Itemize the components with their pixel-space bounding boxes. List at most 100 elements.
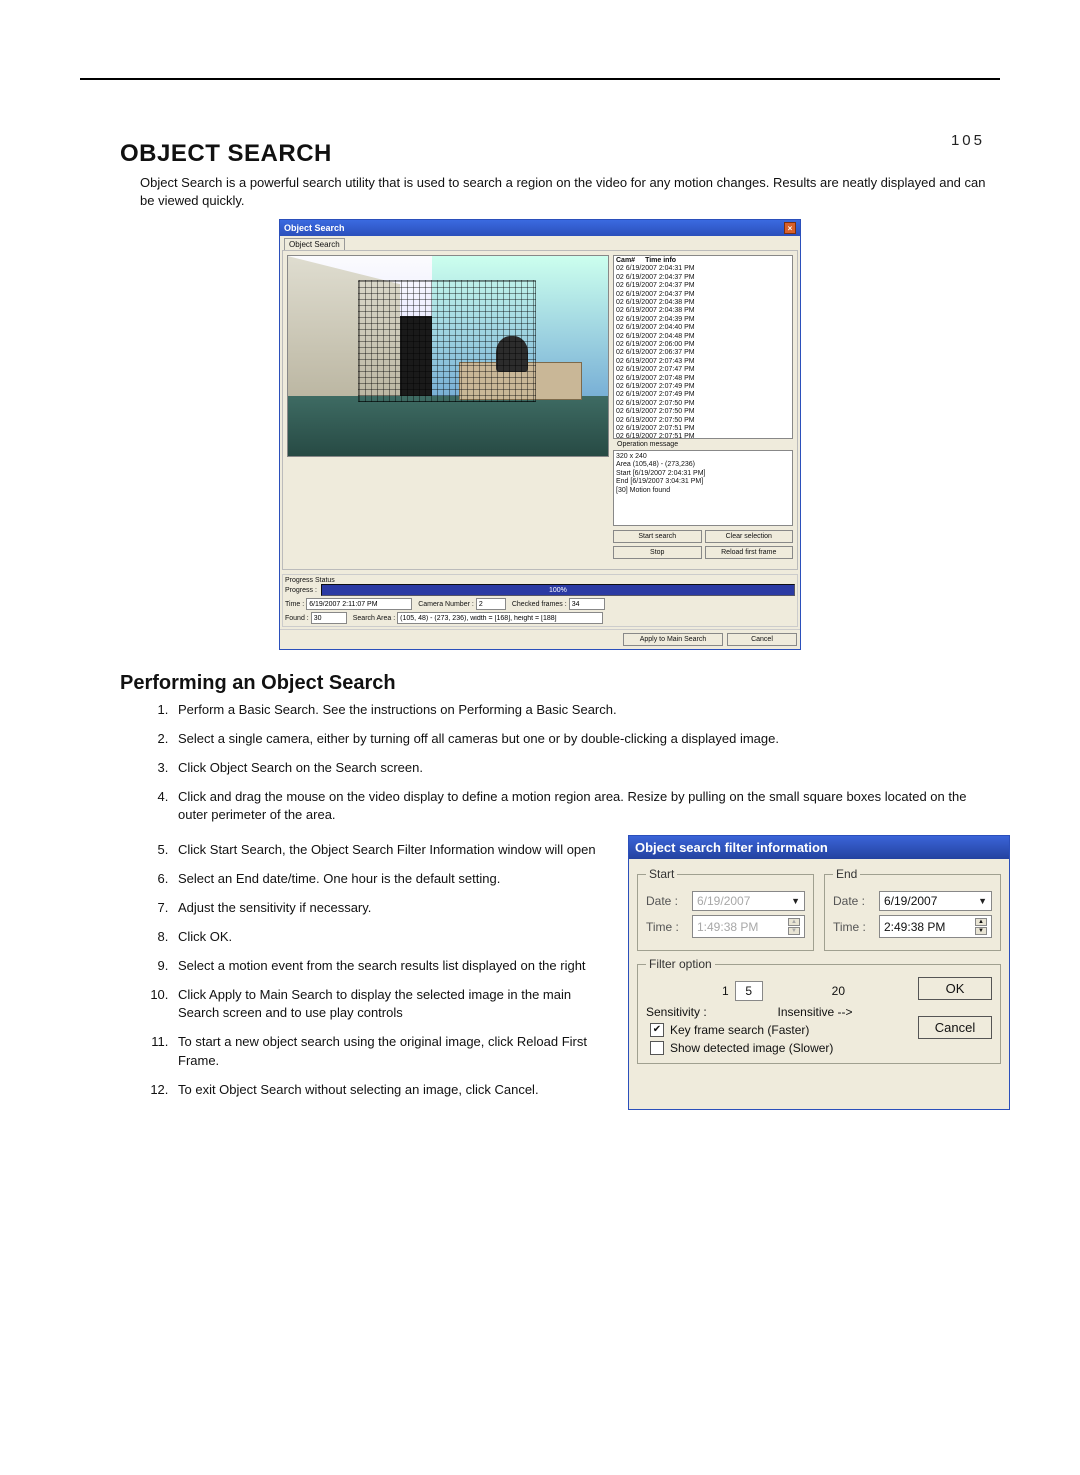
op-line: End [6/19/2007 3:04:31 PM] (616, 478, 790, 486)
filter-titlebar: Object search filter information (629, 836, 1009, 859)
spinner-icon[interactable]: ▲▼ (975, 918, 987, 935)
op-line: Start [6/19/2007 2:04:31 PM] (616, 470, 790, 478)
step-item: To exit Object Search without selecting … (172, 1081, 608, 1100)
time-label: Time : (285, 601, 304, 608)
close-icon[interactable]: × (784, 222, 796, 234)
results-list[interactable]: Cam# Time info 02 6/19/2007 2:04:31 PM02… (613, 255, 793, 439)
cancel-button[interactable]: Cancel (727, 633, 797, 646)
start-legend: Start (646, 867, 677, 881)
end-date-field[interactable]: 6/19/2007 ▼ (879, 891, 992, 911)
reload-first-frame-button[interactable]: Reload first frame (705, 546, 794, 559)
list-item[interactable]: 02 6/19/2007 2:07:50 PM (616, 408, 790, 416)
step-item: Click Start Search, the Object Search Fi… (172, 841, 608, 860)
operation-message-label: Operation message (613, 441, 793, 448)
list-item[interactable]: 02 6/19/2007 2:07:49 PM (616, 383, 790, 391)
step-item: Click Apply to Main Search to display th… (172, 986, 608, 1024)
filter-dialog: Object search filter information Start D… (628, 835, 1010, 1109)
object-search-window: Object Search × Object Search Cam# Time … (279, 219, 801, 650)
subsection-heading: Performing an Object Search (120, 672, 1080, 695)
filter-option-legend: Filter option (646, 957, 715, 971)
list-item[interactable]: 02 6/19/2007 2:04:37 PM (616, 282, 790, 290)
start-group: Start Date : 6/19/2007 ▼ Time : 1:49:38 (637, 867, 814, 951)
sens-max: 20 (769, 984, 908, 998)
list-item[interactable]: 02 6/19/2007 2:07:48 PM (616, 375, 790, 383)
list-item[interactable]: 02 6/19/2007 2:06:37 PM (616, 349, 790, 357)
step-item: Select an End date/time. One hour is the… (172, 870, 608, 889)
video-preview[interactable] (287, 255, 609, 457)
list-item[interactable]: 02 6/19/2007 2:04:38 PM (616, 299, 790, 307)
steps-list-cont: Click Start Search, the Object Search Fi… (150, 841, 608, 1099)
area-label: Search Area : (353, 615, 395, 622)
list-item[interactable]: 02 6/19/2007 2:07:43 PM (616, 358, 790, 366)
start-time-field: 1:49:38 PM ▲▼ (692, 915, 805, 938)
time-field (306, 598, 412, 610)
chevron-down-icon: ▼ (791, 896, 800, 906)
list-item[interactable]: 02 6/19/2007 2:07:51 PM (616, 433, 790, 439)
chevron-down-icon[interactable]: ▼ (978, 896, 987, 906)
list-item[interactable]: 02 6/19/2007 2:04:39 PM (616, 316, 790, 324)
step-item: Adjust the sensitivity if necessary. (172, 899, 608, 918)
start-date-label: Date : (646, 894, 686, 908)
op-line: 320 x 240 (616, 453, 790, 461)
filter-cancel-button[interactable]: Cancel (918, 1016, 992, 1039)
start-time-label: Time : (646, 920, 686, 934)
ok-button[interactable]: OK (918, 977, 992, 1000)
op-line: Area (105,48) - (273,236) (616, 461, 790, 469)
list-item[interactable]: 02 6/19/2007 2:04:31 PM (616, 265, 790, 273)
end-time-field[interactable]: 2:49:38 PM ▲▼ (879, 915, 992, 938)
found-label: Found : (285, 615, 309, 622)
top-rule (80, 78, 1000, 80)
operation-message: 320 x 240Area (105,48) - (273,236)Start … (613, 450, 793, 526)
step-item: Perform a Basic Search. See the instruct… (172, 701, 990, 720)
step-item: Click OK. (172, 928, 608, 947)
list-item[interactable]: 02 6/19/2007 2:07:49 PM (616, 391, 790, 399)
end-legend: End (833, 867, 860, 881)
list-item[interactable]: 02 6/19/2007 2:04:38 PM (616, 307, 790, 315)
step-item: Click and drag the mouse on the video di… (172, 788, 990, 826)
camera-label: Camera Number : (418, 601, 474, 608)
stop-button[interactable]: Stop (613, 546, 702, 559)
col-time: Time info (645, 257, 676, 265)
checked-label: Checked frames : (512, 601, 567, 608)
motion-region[interactable] (358, 280, 536, 402)
list-item[interactable]: 02 6/19/2007 2:07:50 PM (616, 417, 790, 425)
camera-field (476, 598, 506, 610)
step-item: Click Object Search on the Search screen… (172, 759, 990, 778)
list-item[interactable]: 02 6/19/2007 2:07:51 PM (616, 425, 790, 433)
apply-main-search-button[interactable]: Apply to Main Search (623, 633, 723, 646)
sens-min: 1 (722, 984, 729, 998)
clear-selection-button[interactable]: Clear selection (705, 530, 794, 543)
steps-list: Perform a Basic Search. See the instruct… (150, 701, 990, 825)
op-line: [30] Motion found (616, 487, 790, 495)
list-item[interactable]: 02 6/19/2007 2:04:40 PM (616, 324, 790, 332)
progress-status-label: Progress Status (285, 577, 795, 584)
list-item[interactable]: 02 6/19/2007 2:07:47 PM (616, 366, 790, 374)
list-item[interactable]: 02 6/19/2007 2:06:00 PM (616, 341, 790, 349)
checkbox-icon[interactable] (650, 1041, 664, 1055)
end-group: End Date : 6/19/2007 ▼ Time : 2:49:38 PM (824, 867, 1001, 951)
keyframe-checkbox[interactable]: ✔ Key frame search (Faster) (650, 1023, 908, 1037)
section-heading: OBJECT SEARCH (120, 140, 1080, 168)
area-field (397, 612, 603, 624)
list-item[interactable]: 02 6/19/2007 2:07:50 PM (616, 400, 790, 408)
window-title: Object Search (284, 223, 345, 233)
step-item: Select a single camera, either by turnin… (172, 730, 990, 749)
progress-label: Progress : (285, 587, 317, 594)
show-detected-checkbox[interactable]: Show detected image (Slower) (650, 1041, 908, 1055)
tab-object-search[interactable]: Object Search (284, 238, 345, 250)
end-date-label: Date : (833, 894, 873, 908)
list-item[interactable]: 02 6/19/2007 2:04:37 PM (616, 291, 790, 299)
start-search-button[interactable]: Start search (613, 530, 702, 543)
progress-bar: 100% (321, 584, 795, 596)
window-titlebar: Object Search × (280, 220, 800, 236)
sensitivity-note: Insensitive --> (722, 1005, 908, 1019)
filter-option-group: Filter option 1 5 20 Sensitivity : (637, 957, 1001, 1064)
list-item[interactable]: 02 6/19/2007 2:04:48 PM (616, 333, 790, 341)
step-item: To start a new object search using the o… (172, 1033, 608, 1071)
step-item: Select a motion event from the search re… (172, 957, 608, 976)
list-item[interactable]: 02 6/19/2007 2:04:37 PM (616, 274, 790, 282)
checkbox-checked-icon[interactable]: ✔ (650, 1023, 664, 1037)
sensitivity-input[interactable]: 5 (735, 981, 763, 1001)
intro-paragraph: Object Search is a powerful search utili… (140, 174, 990, 209)
start-date-field: 6/19/2007 ▼ (692, 891, 805, 911)
